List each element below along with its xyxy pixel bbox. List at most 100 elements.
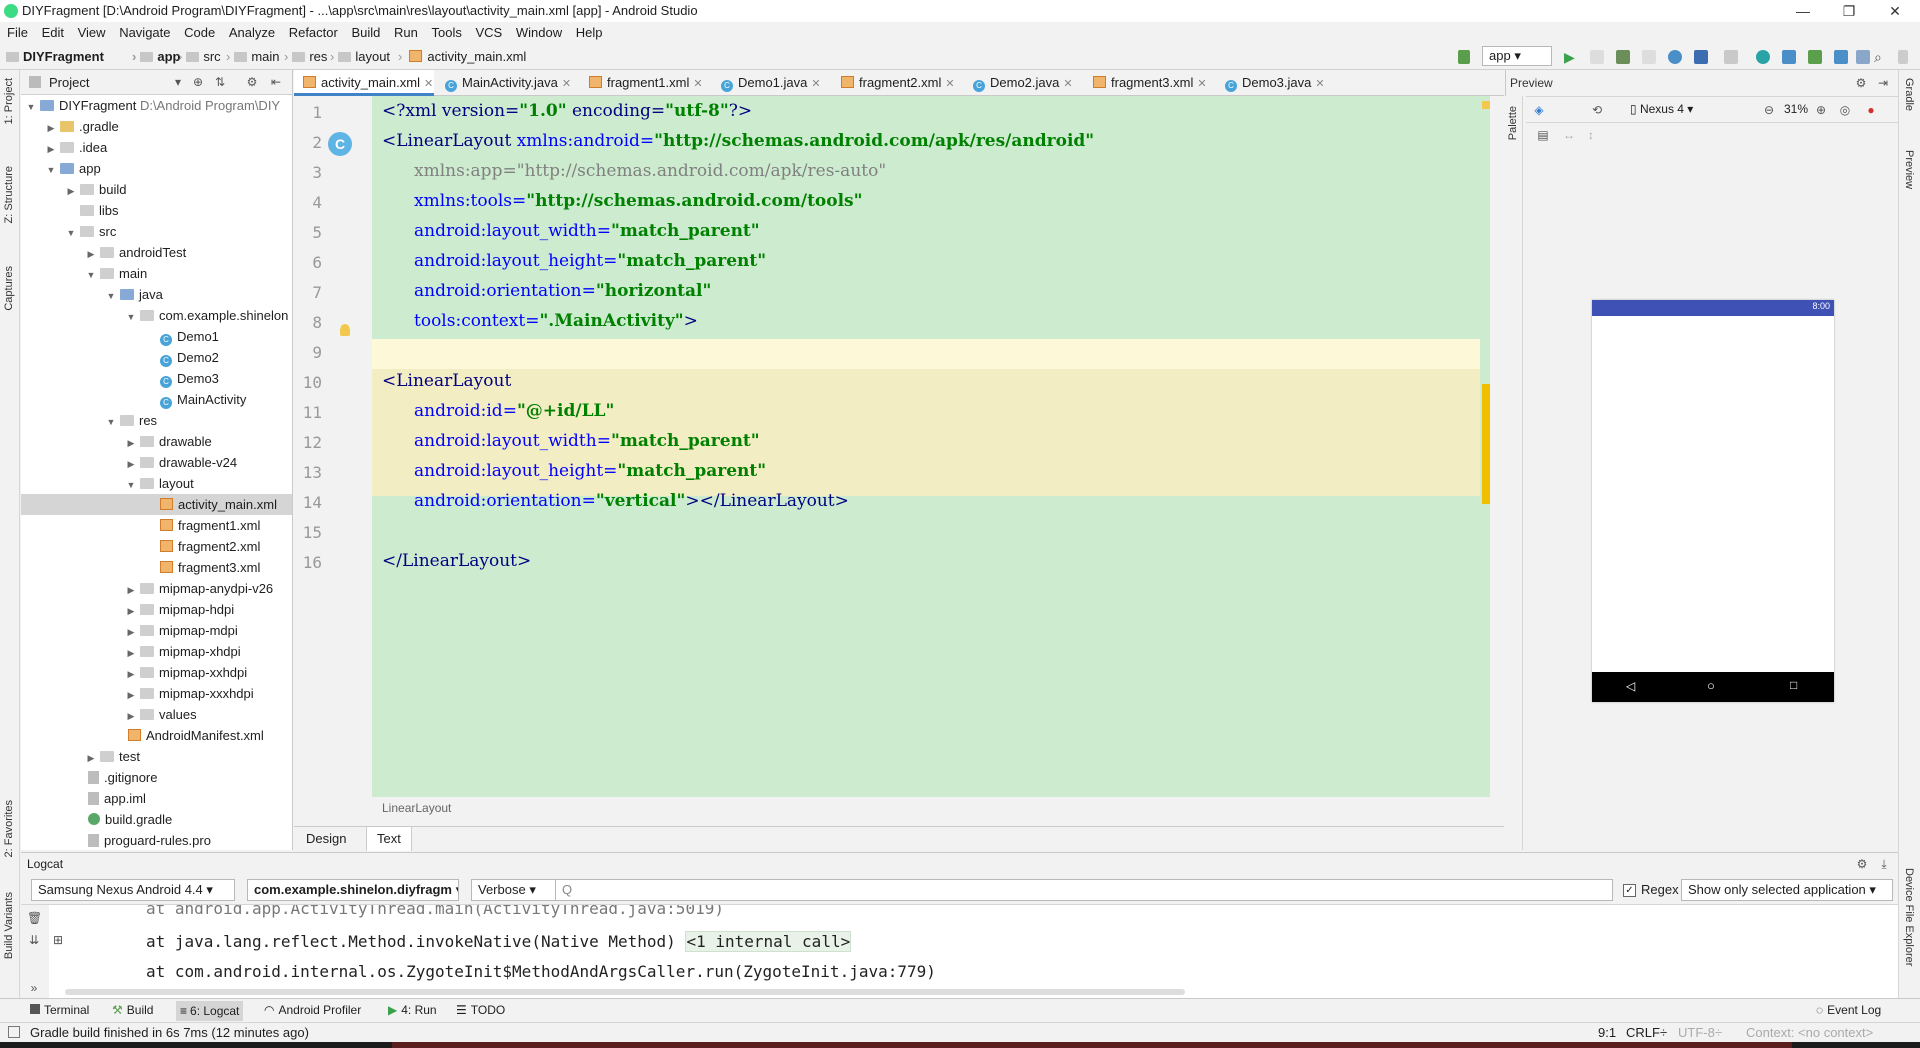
tab-activity-main-xml[interactable]: activity_main.xml ✕ [294, 70, 434, 96]
device-explorer-tool-button[interactable]: Device File Explorer [1903, 868, 1915, 966]
tab-fragment2-xml[interactable]: fragment2.xml ✕ [832, 70, 962, 96]
zoom-in-icon[interactable]: ⊕ [1814, 103, 1828, 117]
tree-item[interactable]: ▼ app [21, 158, 292, 179]
zoom-fit-icon[interactable]: ◎ [1838, 103, 1852, 117]
more-icon[interactable]: » [27, 981, 41, 995]
menu-vcs[interactable]: VCS [472, 22, 505, 44]
tab-demo1-java[interactable]: C Demo1.java ✕ [712, 70, 830, 96]
close-tab-icon[interactable]: ✕ [424, 78, 433, 90]
tab-fragment3-xml[interactable]: fragment3.xml ✕ [1084, 70, 1214, 96]
tab-mainactivity-java[interactable]: C MainActivity.java ✕ [436, 70, 578, 96]
regex-checkbox[interactable]: ✓ [1623, 884, 1636, 897]
palette-tool-button[interactable]: Palette [1507, 106, 1519, 140]
gradle-tool-button[interactable]: Gradle [1903, 78, 1915, 111]
gear-icon[interactable]: ⚙ [1854, 76, 1868, 90]
process-select[interactable]: com.example.shinelon.diyfragm ▾ [247, 879, 459, 901]
breadcrumb-layout[interactable]: › layout [326, 49, 390, 64]
horizontal-scrollbar[interactable] [65, 989, 1185, 995]
blueprint-icon[interactable]: ▤ [1536, 128, 1550, 142]
tree-item[interactable]: ▶ mipmap-xhdpi [21, 641, 292, 662]
menu-run[interactable]: Run [391, 22, 421, 44]
tree-item-selected[interactable]: activity_main.xml [21, 494, 292, 515]
log-level-select[interactable]: Verbose ▾ [471, 879, 557, 901]
close-tab-icon[interactable]: ✕ [1197, 78, 1206, 90]
clear-logcat-icon[interactable]: 🗑 [27, 911, 42, 925]
search-icon[interactable]: ⌕ [1874, 50, 1888, 64]
breadcrumb-res[interactable]: › res [280, 49, 327, 64]
debug-icon[interactable] [1616, 50, 1630, 64]
tree-item[interactable]: ▶ mipmap-xxxhdpi [21, 683, 292, 704]
breadcrumb-main[interactable]: › main [222, 49, 280, 64]
make-project-icon[interactable] [1458, 50, 1470, 64]
close-tab-icon[interactable]: ✕ [1063, 78, 1072, 90]
resize-vertical-icon[interactable]: ↕ [1584, 128, 1598, 142]
zoom-out-icon[interactable]: ⊖ [1762, 103, 1776, 117]
status-toggle-icon[interactable] [8, 1026, 20, 1038]
menu-tools[interactable]: Tools [429, 22, 465, 44]
tree-item[interactable]: C Demo2 [21, 347, 292, 368]
menu-view[interactable]: View [75, 22, 109, 44]
tree-item[interactable]: ▶ .gradle [21, 116, 292, 137]
profiler-tool-button[interactable]: ◠ Android Profiler [264, 1003, 361, 1017]
tree-item[interactable]: ▶ build [21, 179, 292, 200]
run-tool-button[interactable]: ▶ 4: Run [388, 1003, 437, 1017]
breadcrumb-file[interactable]: › activity_main.xml [394, 49, 526, 64]
code-editor[interactable]: <?xml version="1.0" encoding="utf-8"?> <… [372, 96, 1490, 797]
dropdown-icon[interactable]: ▾ [171, 75, 185, 89]
tree-item[interactable]: C Demo3 [21, 368, 292, 389]
filter-select[interactable]: Show only selected application ▾ [1681, 879, 1893, 901]
menu-analyze[interactable]: Analyze [226, 22, 278, 44]
tree-item[interactable]: app.iml [21, 788, 292, 809]
close-tab-icon[interactable]: ✕ [811, 78, 820, 90]
menu-navigate[interactable]: Navigate [116, 22, 173, 44]
menu-help[interactable]: Help [573, 22, 606, 44]
breadcrumb-project[interactable]: DIYFragment [6, 49, 104, 64]
gear-icon[interactable]: ⚙ [1855, 857, 1869, 871]
project-view-select[interactable]: Project [49, 75, 89, 90]
menu-file[interactable]: File [4, 22, 31, 44]
internal-call-fold[interactable]: <1 internal call> [685, 931, 852, 952]
captures-tool-button[interactable]: Captures [3, 266, 15, 311]
tree-item[interactable]: build.gradle [21, 809, 292, 830]
class-gutter-icon[interactable]: C [328, 132, 352, 156]
tree-item[interactable]: C MainActivity [21, 389, 292, 410]
tree-item[interactable]: ▼ main [21, 263, 292, 284]
tree-item[interactable]: ▶ drawable [21, 431, 292, 452]
tree-item[interactable]: ▼ layout [21, 473, 292, 494]
sync-gradle-icon[interactable] [1756, 50, 1770, 64]
tree-item[interactable]: fragment3.xml [21, 557, 292, 578]
hide-icon[interactable]: ⇤ [269, 75, 283, 89]
tree-item[interactable]: ▶ drawable-v24 [21, 452, 292, 473]
scroll-end-icon[interactable]: ⇊ [27, 933, 41, 947]
line-separator[interactable]: CRLF÷ [1626, 1025, 1667, 1040]
editor-breadcrumb[interactable]: LinearLayout [382, 801, 451, 815]
tree-item[interactable]: ▶ androidTest [21, 242, 292, 263]
close-tab-icon[interactable]: ✕ [1315, 78, 1324, 90]
device-select[interactable]: ▯ Nexus 4 ▾ [1630, 102, 1693, 116]
tree-item[interactable]: fragment1.xml [21, 515, 292, 536]
project-tool-button[interactable]: 1: Project [3, 78, 15, 124]
terminal-tool-button[interactable]: Terminal [30, 1003, 89, 1017]
tree-item[interactable]: ▶ mipmap-mdpi [21, 620, 292, 641]
tree-item[interactable]: ▶ mipmap-xxhdpi [21, 662, 292, 683]
breadcrumb-app[interactable]: › app [128, 49, 180, 64]
close-tab-icon[interactable]: ✕ [945, 78, 954, 90]
stop-icon[interactable] [1724, 50, 1738, 64]
status-message[interactable]: Gradle build finished in 6s 7ms (12 minu… [30, 1025, 309, 1040]
preview-tool-button[interactable]: Preview [1903, 150, 1915, 189]
run-icon[interactable]: ▶ [1564, 50, 1578, 64]
coverage-icon[interactable] [1694, 50, 1708, 64]
apply-changes-icon[interactable] [1590, 50, 1604, 64]
menu-window[interactable]: Window [513, 22, 565, 44]
collapse-icon[interactable]: ⇅ [213, 75, 227, 89]
avd-manager-icon[interactable] [1782, 50, 1796, 64]
toolbar-more-icon[interactable] [1898, 50, 1908, 64]
close-tab-icon[interactable]: ✕ [562, 78, 571, 90]
file-encoding[interactable]: UTF-8÷ [1678, 1025, 1722, 1040]
menu-code[interactable]: Code [181, 22, 218, 44]
tree-item[interactable]: ▼ DIYFragment D:\Android Program\DIY [21, 95, 292, 116]
device-select[interactable]: Samsung Nexus Android 4.4 ▾ [31, 879, 235, 901]
tree-item[interactable]: ▶ .idea [21, 137, 292, 158]
project-structure-icon[interactable] [1834, 50, 1848, 64]
todo-tool-button[interactable]: ☰ TODO [456, 1003, 505, 1017]
